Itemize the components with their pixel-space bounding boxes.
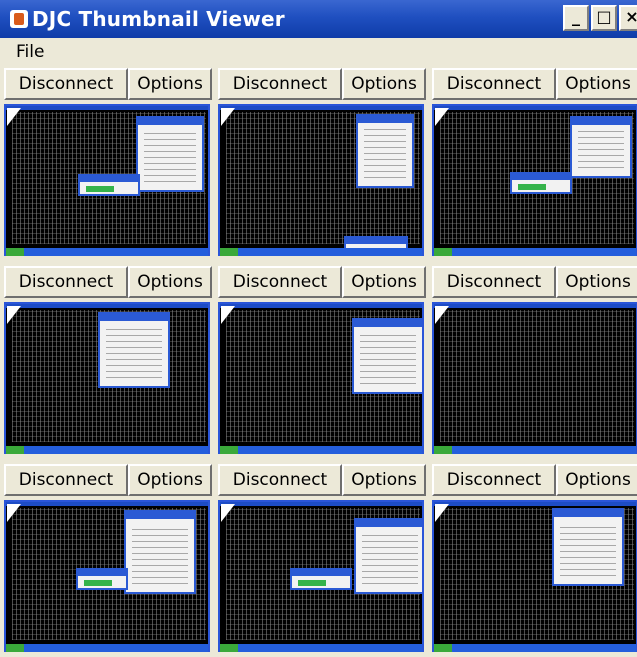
java-app-icon <box>10 10 28 28</box>
cell-button-row: Disconnect Options <box>0 462 214 496</box>
main-window: DJC Thumbnail Viewer _ □ × File Disconne… <box>0 0 637 657</box>
options-button[interactable]: Options <box>556 464 637 496</box>
thumbnail-top-bar <box>6 106 208 110</box>
options-button[interactable]: Options <box>556 68 637 100</box>
options-button[interactable]: Options <box>128 68 212 100</box>
taskbar <box>6 248 208 256</box>
thumbnail-top-bar <box>434 304 636 308</box>
thumbnail-cell: Disconnect Options <box>0 66 214 258</box>
thumbnail-cell: Disconnect Options <box>428 66 637 258</box>
options-button[interactable]: Options <box>128 266 212 298</box>
options-button[interactable]: Options <box>556 266 637 298</box>
desktop-thumbnail[interactable] <box>432 302 637 454</box>
taskbar <box>434 644 636 652</box>
window-title: DJC Thumbnail Viewer <box>32 7 285 31</box>
thumbnail-cell: Disconnect Options <box>0 462 214 654</box>
mini-dialog <box>76 568 128 590</box>
options-button[interactable]: Options <box>342 68 426 100</box>
disconnect-button[interactable]: Disconnect <box>218 68 342 100</box>
options-button[interactable]: Options <box>128 464 212 496</box>
thumbnail-cell: Disconnect Options <box>0 264 214 456</box>
desktop-thumbnail[interactable] <box>432 104 637 256</box>
mini-window <box>98 312 170 388</box>
close-button[interactable]: × <box>619 5 637 31</box>
desktop-thumbnail[interactable] <box>432 500 637 652</box>
mini-window <box>552 508 624 586</box>
start-button-icon <box>434 644 452 652</box>
desktop-thumbnail[interactable] <box>218 302 424 454</box>
thumbnail-top-bar <box>220 106 422 110</box>
mini-window <box>570 116 632 178</box>
options-button[interactable]: Options <box>342 266 426 298</box>
disconnect-button[interactable]: Disconnect <box>4 266 128 298</box>
disconnect-button[interactable]: Disconnect <box>432 464 556 496</box>
desktop-text-noise <box>440 310 634 442</box>
thumbnail-top-bar <box>434 502 636 506</box>
taskbar <box>220 644 422 652</box>
start-button-icon <box>434 248 452 256</box>
thumbnail-top-bar <box>6 304 208 308</box>
cell-button-row: Disconnect Options <box>214 66 428 100</box>
menu-bar: File <box>0 38 637 66</box>
taskbar <box>434 446 636 454</box>
title-bar: DJC Thumbnail Viewer _ □ × <box>0 0 637 38</box>
taskbar <box>220 248 422 256</box>
mini-window <box>124 510 196 594</box>
minimize-button[interactable]: _ <box>563 5 589 31</box>
maximize-button[interactable]: □ <box>591 5 617 31</box>
disconnect-button[interactable]: Disconnect <box>218 464 342 496</box>
thumbnail-cell: Disconnect Options <box>214 264 428 456</box>
mini-window <box>356 114 414 188</box>
thumbnail-top-bar <box>434 106 636 110</box>
taskbar <box>6 446 208 454</box>
thumbnail-top-bar <box>220 502 422 506</box>
thumbnail-cell: Disconnect Options <box>214 462 428 654</box>
cell-button-row: Disconnect Options <box>428 66 637 100</box>
menu-file[interactable]: File <box>16 42 44 62</box>
thumbnail-top-bar <box>6 502 208 506</box>
disconnect-button[interactable]: Disconnect <box>432 266 556 298</box>
disconnect-button[interactable]: Disconnect <box>4 68 128 100</box>
mini-window <box>136 116 204 192</box>
mini-dialog <box>290 568 352 590</box>
taskbar <box>6 644 208 652</box>
thumbnail-cell: Disconnect Options <box>214 66 428 258</box>
start-button-icon <box>434 446 452 454</box>
thumbnail-top-bar <box>220 304 422 308</box>
cell-button-row: Disconnect Options <box>214 264 428 298</box>
desktop-thumbnail[interactable] <box>218 500 424 652</box>
disconnect-button[interactable]: Disconnect <box>432 68 556 100</box>
thumbnail-cell: Disconnect Options <box>428 264 637 456</box>
start-button-icon <box>6 644 24 652</box>
cell-button-row: Disconnect Options <box>428 264 637 298</box>
disconnect-button[interactable]: Disconnect <box>4 464 128 496</box>
start-button-icon <box>220 446 238 454</box>
thumbnail-cell: Disconnect Options <box>428 462 637 654</box>
mini-window <box>352 318 422 394</box>
desktop-thumbnail[interactable] <box>4 302 210 454</box>
cell-button-row: Disconnect Options <box>214 462 428 496</box>
desktop-thumbnail[interactable] <box>4 500 210 652</box>
start-button-icon <box>6 248 24 256</box>
taskbar <box>434 248 636 256</box>
mini-dialog <box>510 172 572 194</box>
start-button-icon <box>6 446 24 454</box>
mini-dialog <box>78 174 140 196</box>
desktop-thumbnail[interactable] <box>4 104 210 256</box>
options-button[interactable]: Options <box>342 464 426 496</box>
disconnect-button[interactable]: Disconnect <box>218 266 342 298</box>
taskbar <box>220 446 422 454</box>
mini-window <box>354 518 422 594</box>
desktop-thumbnail[interactable] <box>218 104 424 256</box>
start-button-icon <box>220 644 238 652</box>
thumbnail-grid: Disconnect Options Disconnect Options Di… <box>0 66 637 657</box>
start-button-icon <box>220 248 238 256</box>
cell-button-row: Disconnect Options <box>428 462 637 496</box>
cell-button-row: Disconnect Options <box>0 66 214 100</box>
cell-button-row: Disconnect Options <box>0 264 214 298</box>
